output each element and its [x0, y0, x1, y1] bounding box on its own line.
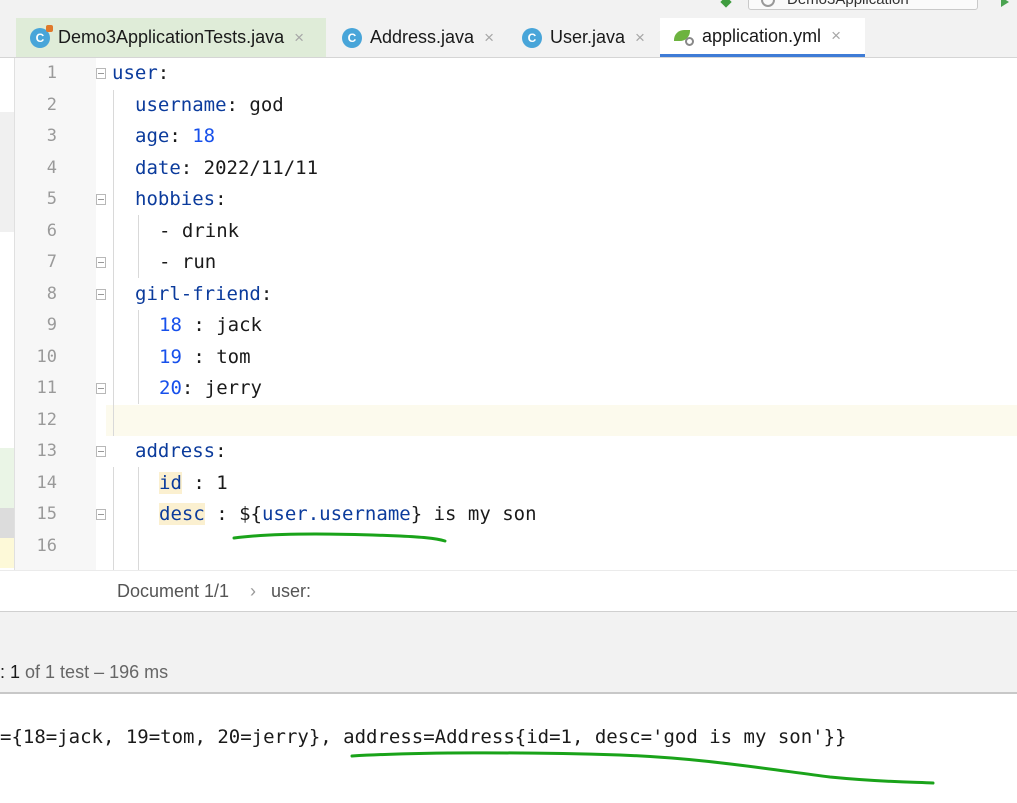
code-line: 5 hobbies:: [0, 184, 1017, 216]
line-number: 16: [36, 535, 57, 556]
code-text: 19 : tom: [159, 345, 251, 368]
spring-boot-icon: [761, 0, 775, 7]
line-number: 6: [46, 220, 57, 241]
code-line: 11 20: jerry: [0, 373, 1017, 405]
fold-end-icon[interactable]: [96, 383, 106, 394]
top-toolbar: Demo3Application: [0, 0, 1017, 18]
code-text: username: god: [135, 93, 284, 116]
fold-icon[interactable]: [96, 194, 106, 205]
fold-icon[interactable]: [96, 68, 106, 79]
console-output[interactable]: ={18=jack, 19=tom, 20=jerry}, address=Ad…: [0, 694, 1017, 803]
test-status-bar: : 1 of 1 test – 196 ms: [0, 650, 1017, 694]
run-toolbar: [0, 612, 1017, 650]
code-line: 15 desc : ${user.username} is my son: [0, 499, 1017, 531]
breadcrumb-document[interactable]: Document 1/1: [117, 571, 229, 611]
tab-label: Demo3ApplicationTests.java: [58, 27, 285, 47]
code-line: 3 age: 18: [0, 121, 1017, 153]
code-line: 6 - drink: [0, 216, 1017, 248]
breadcrumb-separator: ›: [250, 581, 256, 601]
line-number: 5: [46, 189, 57, 209]
breadcrumb: Document 1/1 › user:: [0, 570, 1017, 613]
code-text: girl-friend:: [135, 282, 273, 305]
run-configuration-select[interactable]: Demo3Application: [748, 0, 978, 10]
fold-end-icon[interactable]: [96, 509, 106, 520]
code-editor[interactable]: 1 user: 2 username: god 3 age: 18 4 date…: [0, 58, 1017, 570]
code-text: - run: [159, 251, 217, 273]
code-text: desc : ${user.username} is my son: [159, 503, 537, 525]
tab-address[interactable]: C Address.java ×: [328, 18, 506, 57]
code-text: date: 2022/11/11: [135, 156, 319, 179]
line-number: 11: [36, 378, 57, 398]
code-text: id : 1: [159, 471, 228, 494]
close-icon[interactable]: ×: [294, 28, 304, 48]
fold-icon[interactable]: [96, 446, 106, 457]
java-class-icon: C: [522, 27, 542, 48]
code-text: age: 18: [135, 125, 216, 147]
code-text: 20: jerry: [159, 377, 262, 399]
spring-yaml-icon: [674, 26, 694, 46]
run-configuration-label: Demo3Application: [787, 0, 909, 8]
code-line: 12: [0, 405, 1017, 437]
console-line: ={18=jack, 19=tom, 20=jerry}, address=Ad…: [0, 726, 847, 748]
breadcrumb-item-user[interactable]: user:: [271, 571, 311, 611]
line-number: 3: [46, 126, 57, 146]
code-text: user:: [112, 62, 170, 84]
tab-demo3applicationtests[interactable]: C Demo3ApplicationTests.java ×: [16, 18, 326, 57]
code-line: 9 18 : jack: [0, 310, 1017, 342]
code-line: 8 girl-friend:: [0, 279, 1017, 311]
close-icon[interactable]: ×: [831, 26, 841, 46]
line-number: 8: [46, 283, 57, 304]
code-text: hobbies:: [135, 188, 227, 210]
tab-label: User.java: [550, 27, 626, 47]
code-line: 14 id : 1: [0, 468, 1017, 500]
line-number: 13: [36, 441, 57, 461]
code-line: 10 19 : tom: [0, 342, 1017, 374]
line-number: 7: [46, 252, 57, 272]
code-line: 4 date: 2022/11/11: [0, 153, 1017, 185]
line-number: 2: [46, 94, 57, 115]
status-text: of 1 test – 196 ms: [20, 662, 169, 682]
run-icon[interactable]: [1001, 0, 1009, 7]
code-text: - drink: [159, 219, 240, 242]
line-number: 10: [36, 346, 57, 367]
close-icon[interactable]: ×: [484, 28, 494, 48]
editor-tab-bar: C Demo3ApplicationTests.java × C Address…: [0, 18, 1017, 58]
tab-label: Address.java: [370, 27, 475, 47]
status-prefix: :: [0, 662, 11, 682]
code-text: address:: [135, 440, 227, 462]
code-line: 7 - run: [0, 247, 1017, 279]
line-number: 1: [46, 63, 57, 83]
line-number: 15: [36, 504, 57, 524]
status-count: 1: [10, 662, 21, 682]
tab-label: application.yml: [702, 25, 822, 46]
line-number: 9: [46, 315, 57, 335]
java-class-icon: C: [342, 27, 362, 48]
fold-end-icon[interactable]: [96, 257, 106, 268]
code-line: 13 address:: [0, 436, 1017, 468]
tab-application-yml[interactable]: application.yml ×: [660, 18, 865, 57]
fold-icon[interactable]: [96, 288, 106, 300]
line-number: 14: [36, 472, 57, 493]
vcs-update-icon[interactable]: [720, 0, 732, 8]
close-icon[interactable]: ×: [635, 28, 645, 48]
java-class-icon: C: [30, 24, 53, 48]
line-number: 4: [46, 157, 57, 178]
code-line: 1 user:: [0, 58, 1017, 90]
tab-user[interactable]: C User.java ×: [508, 18, 658, 57]
code-line: 2 username: god: [0, 90, 1017, 122]
code-line: 16: [0, 531, 1017, 563]
code-text: 18 : jack: [159, 314, 262, 336]
line-number: 12: [36, 409, 57, 430]
